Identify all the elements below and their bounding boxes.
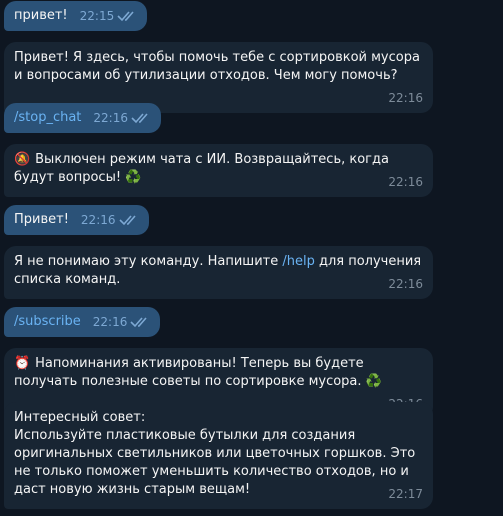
message-time: 22:15 bbox=[80, 7, 138, 25]
message-incoming[interactable]: Интересный совет: Используйте пластиковы… bbox=[4, 402, 433, 509]
message-text: Напоминания активированы! Теперь вы буде… bbox=[14, 356, 368, 389]
message-outgoing[interactable]: /subscribe 22:16 bbox=[4, 307, 161, 337]
message-incoming[interactable]: 🔕 Выключен режим чата с ИИ. Возвращайтес… bbox=[4, 144, 433, 197]
message-time: 22:16 bbox=[93, 313, 151, 331]
bell-muted-icon: 🔕 bbox=[14, 152, 31, 167]
help-command-link[interactable]: /help bbox=[282, 254, 314, 269]
alarm-clock-icon: ⏰ bbox=[14, 356, 31, 371]
message-time: 22:16 bbox=[388, 91, 423, 105]
message-text: Привет! Я здесь, чтобы помочь тебе с сор… bbox=[14, 50, 425, 83]
message-outgoing[interactable]: привет! 22:15 bbox=[4, 1, 148, 31]
message-time: 22:16 bbox=[93, 109, 151, 127]
recycle-icon: ♻️ bbox=[125, 170, 142, 185]
message-outgoing[interactable]: /stop_chat 22:16 bbox=[4, 103, 161, 133]
command-link[interactable]: /subscribe bbox=[14, 313, 81, 331]
double-check-icon bbox=[118, 215, 136, 226]
command-link[interactable]: /stop_chat bbox=[14, 109, 81, 127]
double-check-icon bbox=[117, 11, 134, 22]
double-check-icon bbox=[130, 317, 147, 328]
recycle-icon: ♻️ bbox=[365, 374, 382, 389]
message-outgoing[interactable]: Привет! 22:16 bbox=[4, 205, 149, 235]
message-time: 22:16 bbox=[81, 211, 139, 229]
message-time: 22:16 bbox=[388, 277, 423, 291]
message-text: Привет! bbox=[14, 212, 69, 227]
message-text: привет! bbox=[14, 8, 68, 23]
message-text-before: Я не понимаю эту команду. Напишите bbox=[14, 254, 283, 269]
message-text: Выключен режим чата с ИИ. Возвращайтесь,… bbox=[14, 152, 394, 185]
message-time: 22:17 bbox=[388, 487, 423, 501]
message-incoming[interactable]: Я не понимаю эту команду. Напишите /help… bbox=[4, 246, 433, 299]
message-time: 22:16 bbox=[388, 175, 423, 189]
message-text: Интересный совет: Используйте пластиковы… bbox=[14, 410, 416, 497]
double-check-icon bbox=[131, 113, 148, 124]
